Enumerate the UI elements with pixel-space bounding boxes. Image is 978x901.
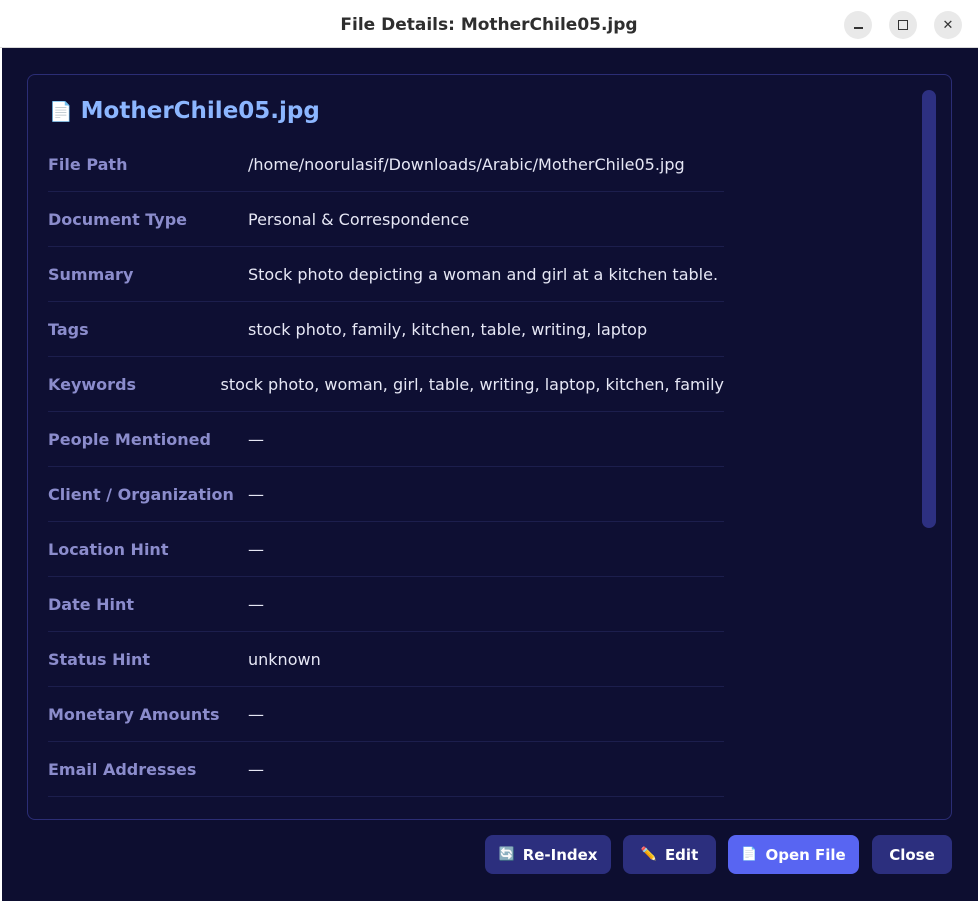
reindex-label: Re-Index (522, 845, 598, 864)
close-label: Close (889, 845, 935, 864)
detail-label: Location Hint (48, 539, 169, 559)
window-close-button[interactable]: ✕ (934, 11, 962, 39)
pencil-icon: ✏️ (640, 847, 657, 862)
file-header: 📄 MotherChile05.jpg (49, 95, 320, 127)
detail-row-date-hint: Date Hint — (48, 577, 724, 632)
minimize-button[interactable] (844, 11, 872, 39)
detail-value: stock photo, woman, girl, table, writing… (220, 374, 725, 394)
open-file-label: Open File (765, 845, 846, 864)
detail-row-people-mentioned: People Mentioned — (48, 412, 724, 467)
window-title: File Details: MotherChile05.jpg (340, 15, 638, 35)
edit-button[interactable]: ✏️ Edit (623, 835, 716, 874)
detail-row-status-hint: Status Hint unknown (48, 632, 724, 687)
window-edge (0, 48, 2, 901)
minimize-icon (853, 27, 863, 29)
detail-row-location-hint: Location Hint — (48, 522, 724, 577)
document-icon: 📄 (741, 847, 758, 862)
detail-value: — (248, 539, 264, 559)
detail-row-keywords: Keywords stock photo, woman, girl, table… (48, 357, 724, 412)
close-button[interactable]: Close (872, 835, 952, 874)
reindex-button[interactable]: 🔄 Re-Index (485, 835, 611, 874)
detail-label: Email Addresses (48, 759, 197, 779)
detail-label: People Mentioned (48, 429, 211, 449)
maximize-icon (898, 20, 908, 30)
detail-value: — (248, 759, 264, 779)
detail-value: /home/noorulasif/Downloads/Arabic/Mother… (248, 154, 685, 174)
detail-row-document-type: Document Type Personal & Correspondence (48, 192, 724, 247)
detail-label: Client / Organization (48, 484, 234, 504)
refresh-icon: 🔄 (498, 847, 515, 862)
edit-label: Edit (664, 845, 699, 864)
detail-label: Status Hint (48, 649, 151, 669)
maximize-button[interactable] (889, 11, 917, 39)
detail-label: Tags (48, 319, 89, 339)
detail-row-tags: Tags stock photo, family, kitchen, table… (48, 302, 724, 357)
detail-value: — (248, 704, 264, 724)
close-icon: ✕ (942, 17, 954, 33)
detail-label: Keywords (48, 374, 137, 394)
detail-value: Stock photo depicting a woman and girl a… (248, 264, 719, 284)
detail-label: Summary (48, 264, 134, 284)
document-icon: 📄 (49, 100, 73, 123)
detail-row-summary: Summary Stock photo depicting a woman an… (48, 247, 724, 302)
detail-value: stock photo, family, kitchen, table, wri… (248, 319, 648, 339)
detail-row-monetary-amounts: Monetary Amounts — (48, 687, 724, 742)
details-list: File Path /home/noorulasif/Downloads/Ara… (48, 137, 724, 797)
scrollbar-thumb[interactable] (922, 90, 936, 528)
detail-value: — (248, 484, 264, 504)
detail-label: Document Type (48, 209, 188, 229)
detail-label: File Path (48, 154, 128, 174)
window-titlebar: File Details: MotherChile05.jpg ✕ (0, 0, 978, 48)
detail-value: — (248, 594, 264, 614)
detail-row-file-path: File Path /home/noorulasif/Downloads/Ara… (48, 137, 724, 192)
detail-label: Monetary Amounts (48, 704, 220, 724)
detail-row-client-organization: Client / Organization — (48, 467, 724, 522)
open-file-button[interactable]: 📄 Open File (728, 835, 859, 874)
detail-row-email-addresses: Email Addresses — (48, 742, 724, 797)
detail-label: Date Hint (48, 594, 135, 614)
detail-value: unknown (248, 649, 321, 669)
file-name-title: MotherChile05.jpg (80, 98, 320, 124)
detail-value: — (248, 429, 264, 449)
detail-value: Personal & Correspondence (248, 209, 470, 229)
